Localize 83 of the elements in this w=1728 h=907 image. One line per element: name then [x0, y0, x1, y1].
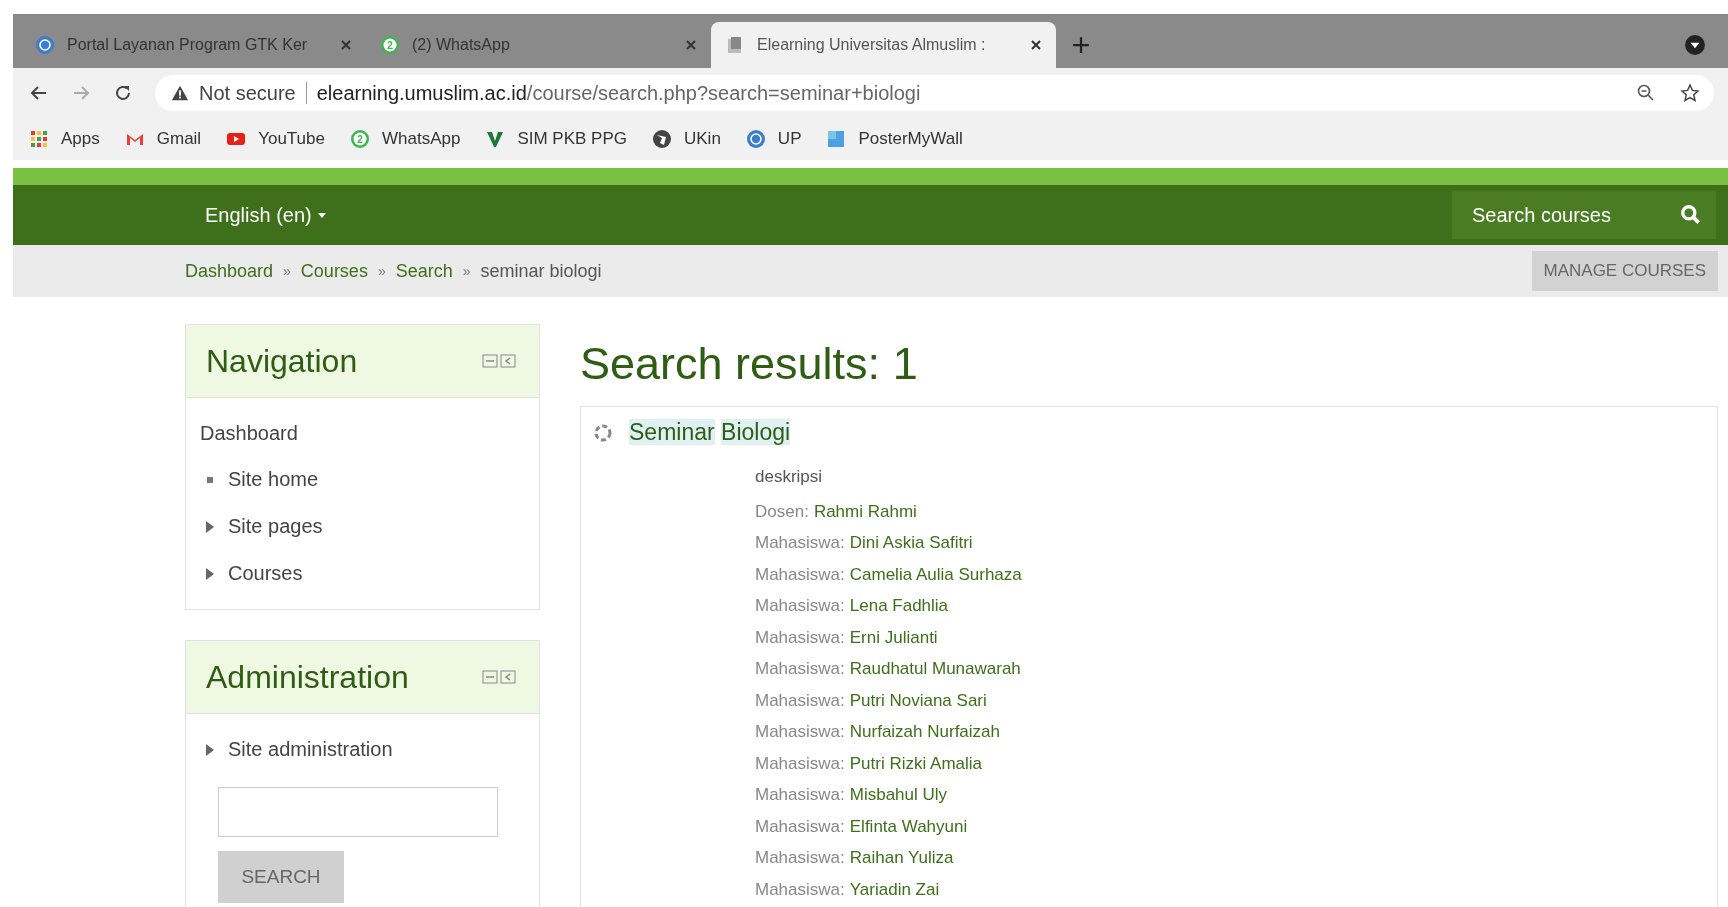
- address-field[interactable]: Not secure elearning.umuslim.ac.id/course/search.php?search=seminar+biologi: [155, 75, 1714, 111]
- contact-link[interactable]: Misbahul Uly: [849, 785, 948, 806]
- course-icon: [593, 422, 613, 443]
- contact-link[interactable]: Dini Askia Safitri: [849, 533, 973, 554]
- block-title: Administration: [206, 658, 410, 696]
- contact-link[interactable]: Putri Noviana Sari: [849, 690, 987, 711]
- breadcrumb-separator: »: [377, 263, 386, 279]
- reload-icon[interactable]: [113, 83, 133, 103]
- course-contact: Mahasiswa: Camelia Aulia Surhaza: [755, 563, 1023, 587]
- security-label: Not secure: [199, 81, 296, 105]
- expand-arrow-icon[interactable]: [206, 520, 214, 533]
- contact-link[interactable]: Elfinta Wahyuni: [849, 816, 968, 837]
- course-contact: Mahasiswa: Lena Fadhlia: [755, 595, 950, 619]
- admin-search-field[interactable]: [218, 787, 498, 837]
- breadcrumb-link[interactable]: Search: [395, 260, 453, 282]
- square-logo-icon: [826, 129, 847, 149]
- course-contact: Mahasiswa: Elfinta Wahyuni: [755, 815, 969, 839]
- bookmark[interactable]: Gmail: [124, 129, 202, 149]
- contact-link[interactable]: Putri Rizki Amalia: [849, 753, 983, 774]
- tree-item[interactable]: Site pages: [228, 515, 323, 538]
- course-contact: Mahasiswa: Erni Julianti: [755, 626, 939, 650]
- new-tab-icon[interactable]: [1072, 36, 1090, 54]
- course-contact: Mahasiswa: Raihan Yuliza: [755, 847, 955, 871]
- globe-icon: [652, 129, 672, 149]
- tree-item[interactable]: Site home: [228, 468, 319, 491]
- bookmark[interactable]: SIM PKB PPG: [485, 129, 627, 149]
- search-button[interactable]: SEARCH: [218, 851, 344, 903]
- bookmark[interactable]: YouTube: [226, 129, 325, 149]
- breadcrumb-separator: »: [462, 263, 471, 279]
- bookmark[interactable]: UKin: [652, 129, 721, 149]
- page-title: Search results: 1: [580, 338, 919, 390]
- course-contact: Mahasiswa: Yariadin Zai: [755, 878, 941, 902]
- browser-tab[interactable]: Elearning Universitas Almuslim :: [711, 22, 1056, 68]
- contact-link[interactable]: Nurfaizah Nurfaizah: [849, 722, 1000, 743]
- contact-link[interactable]: Lena Fadhlia: [849, 596, 949, 617]
- bookmark[interactable]: UP: [745, 129, 802, 149]
- apps-grid-icon: [29, 129, 49, 149]
- contact-link[interactable]: Erni Julianti: [849, 627, 938, 648]
- url-text: elearning.umuslim.ac.id/course/search.php?search=seminar+biologi: [316, 81, 921, 105]
- tree-item[interactable]: Dashboard: [200, 410, 525, 456]
- contact-link[interactable]: Raihan Yuliza: [849, 848, 954, 869]
- close-icon[interactable]: [1030, 39, 1042, 51]
- v-logo-icon: [485, 129, 506, 149]
- globe-icon: [35, 35, 55, 55]
- manage-courses-button[interactable]: MANAGE COURSES: [1531, 251, 1718, 291]
- expand-arrow-icon[interactable]: [206, 567, 214, 580]
- bullet-icon: [207, 476, 213, 483]
- course-contact: Mahasiswa: Putri Rizki Amalia: [755, 752, 984, 776]
- zoom-icon[interactable]: [1636, 83, 1656, 103]
- language-menu[interactable]: English (en): [205, 203, 326, 227]
- contact-link[interactable]: Raudhatul Munawarah: [849, 659, 1021, 680]
- browser-tab[interactable]: Portal Layanan Program GTK Ker: [21, 22, 366, 68]
- expand-arrow-icon[interactable]: [206, 743, 214, 756]
- caret-icon: [317, 212, 326, 218]
- whatsapp-icon: 2: [380, 35, 400, 55]
- course-contact: Mahasiswa: Nurfaizah Nurfaizah: [755, 721, 1001, 745]
- breadcrumb-current: seminar biologi: [480, 260, 602, 282]
- breadcrumb-link[interactable]: Courses: [300, 260, 368, 282]
- bookmark[interactable]: PosterMyWall: [826, 129, 963, 149]
- contact-link[interactable]: Yariadin Zai: [849, 879, 940, 900]
- search-icon[interactable]: [1680, 204, 1702, 226]
- course-contact: Mahasiswa: Misbahul Uly: [755, 784, 949, 808]
- whatsapp-icon: 2: [349, 129, 370, 149]
- course-contact: Mahasiswa: Raudhatul Munawarah: [755, 658, 1022, 682]
- star-icon[interactable]: [1680, 83, 1700, 103]
- contact-link[interactable]: Rahmi Rahmi: [813, 501, 917, 522]
- tree-item[interactable]: Courses: [228, 562, 303, 585]
- bookmark[interactable]: Apps: [29, 129, 100, 149]
- breadcrumb-link[interactable]: Dashboard: [185, 260, 274, 282]
- contact-link[interactable]: Camelia Aulia Surhaza: [849, 564, 1022, 585]
- course-contact: Mahasiswa: Dini Askia Safitri: [755, 532, 974, 556]
- block-title: Navigation: [206, 342, 359, 380]
- browser-tab[interactable]: 2 (2) WhatsApp: [366, 22, 711, 68]
- course-contact: Dosen: Rahmi Rahmi: [755, 500, 918, 524]
- search-field[interactable]: Search courses: [1452, 191, 1716, 239]
- globe-icon: [745, 129, 766, 149]
- course-summary: deskripsi: [755, 466, 824, 488]
- profile-icon[interactable]: [1684, 34, 1706, 56]
- course-contact: Mahasiswa: Putri Noviana Sari: [755, 689, 988, 713]
- tree-item[interactable]: Site administration: [228, 738, 393, 761]
- bookmark[interactable]: 2 WhatsApp: [349, 129, 461, 149]
- breadcrumb-separator: »: [283, 263, 291, 279]
- warning-icon: [171, 84, 189, 102]
